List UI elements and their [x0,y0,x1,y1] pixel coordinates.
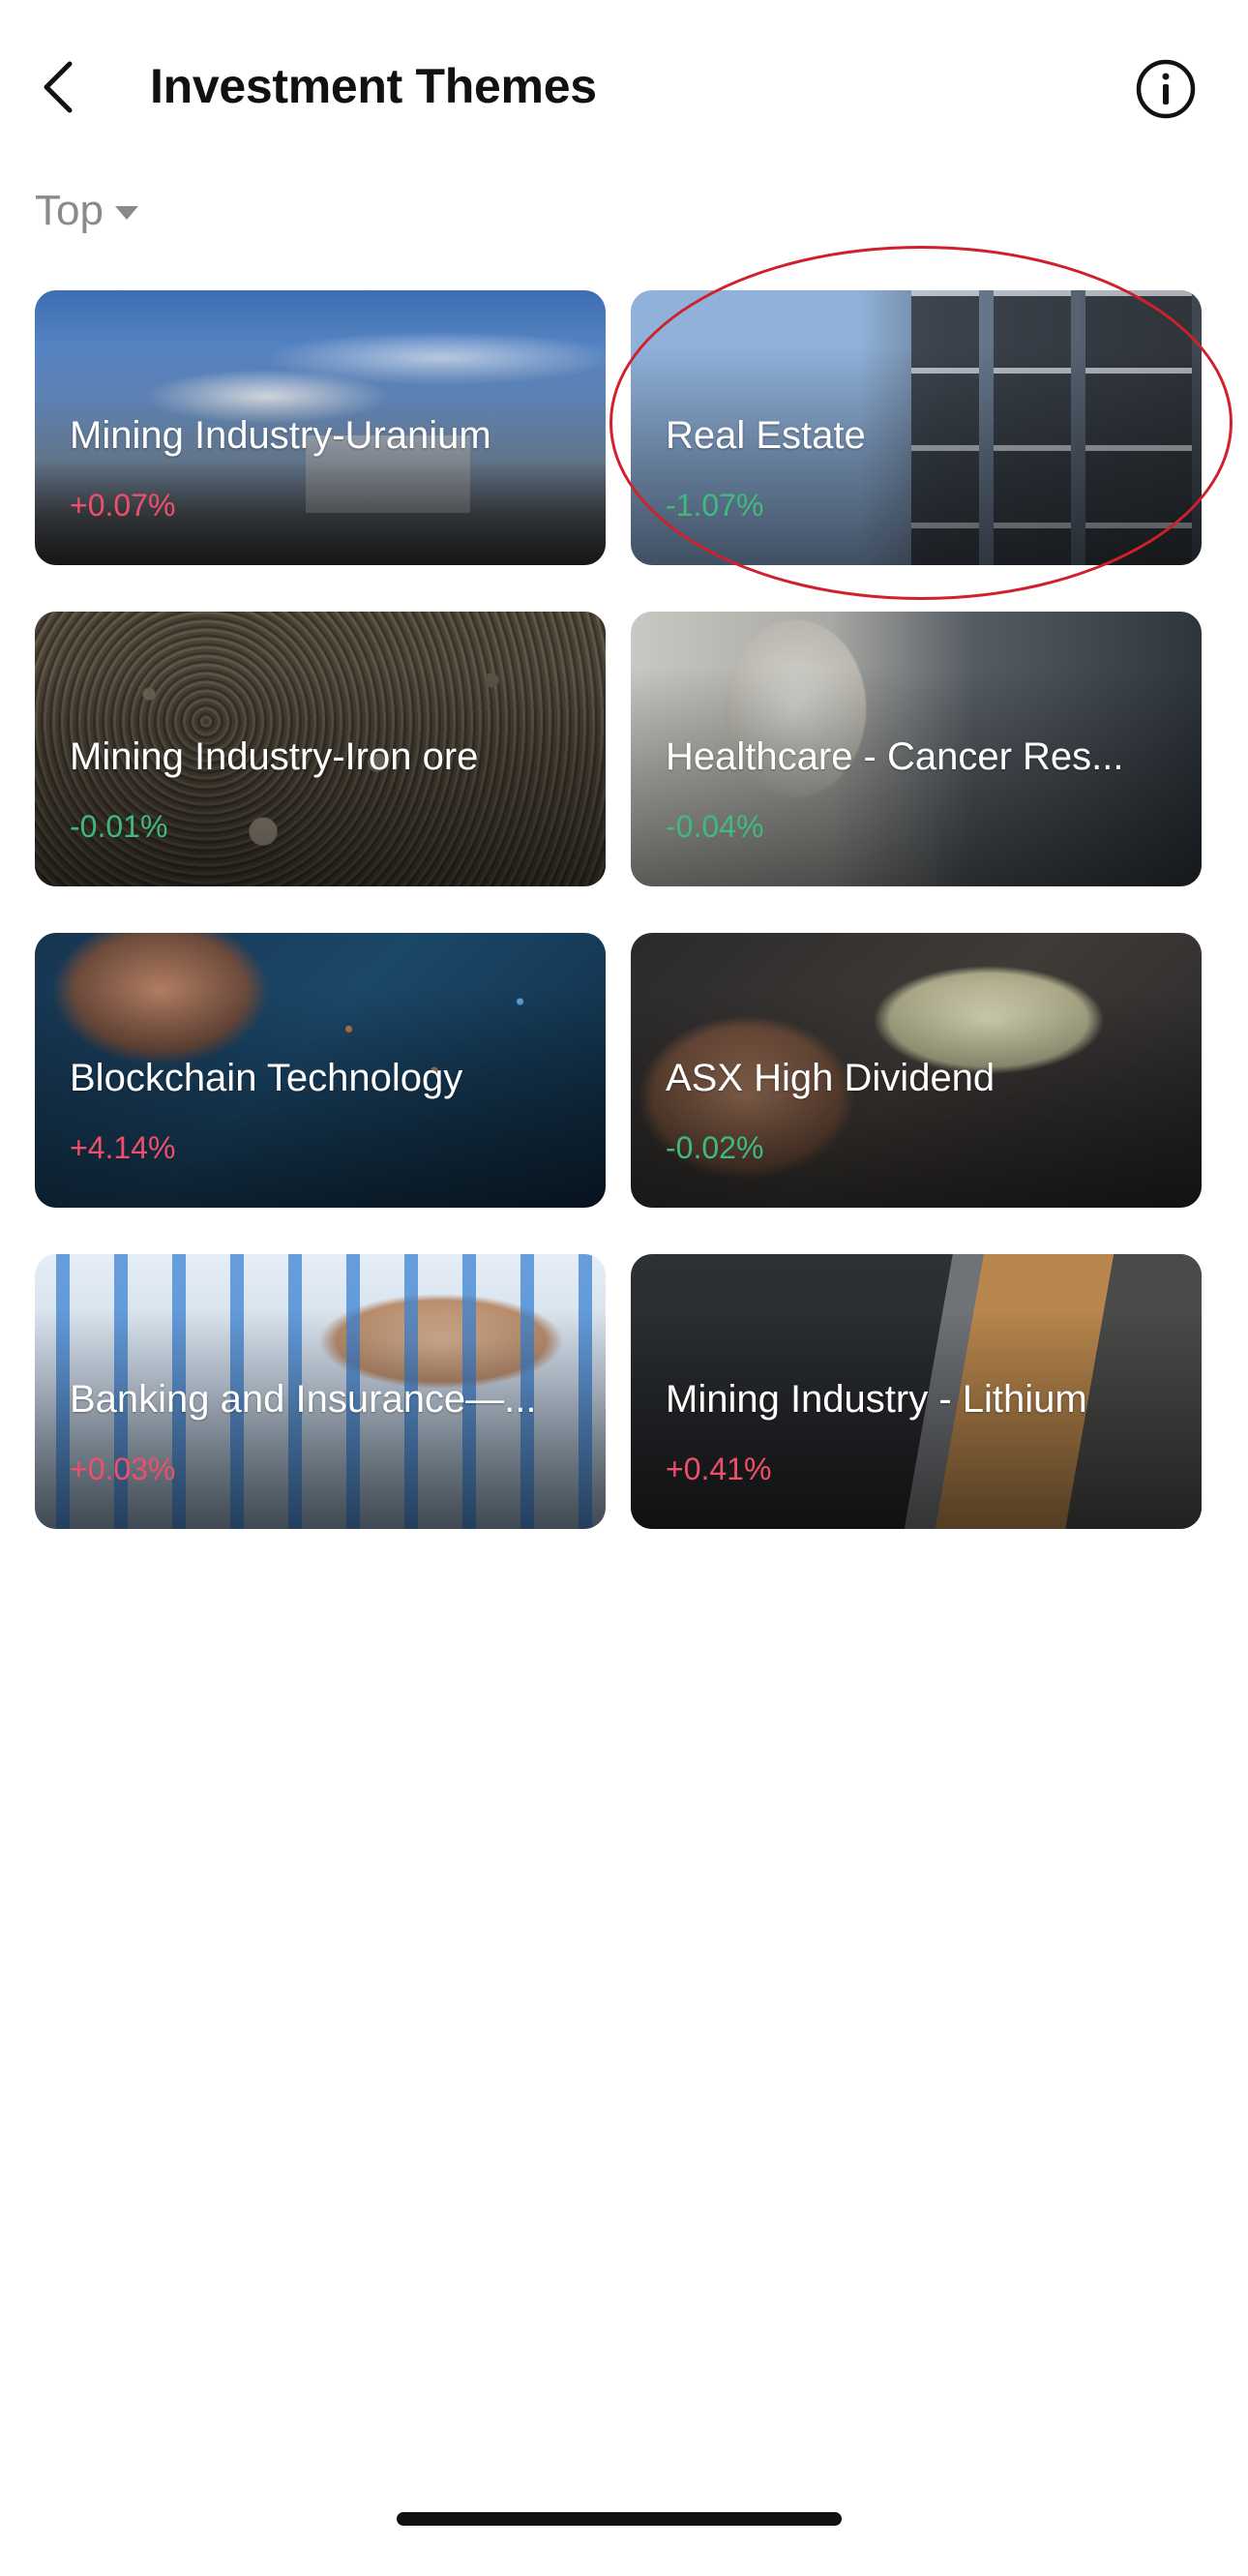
theme-card-title: ASX High Dividend [666,1057,995,1099]
chevron-left-icon [44,61,73,113]
theme-card-change: -0.01% [70,809,168,844]
theme-card-uranium[interactable]: Mining Industry-Uranium +0.07% [35,290,606,565]
theme-card-lithium[interactable]: Mining Industry - Lithium +0.41% [631,1254,1202,1529]
theme-card-change: +0.03% [70,1452,176,1486]
home-indicator[interactable] [397,2512,842,2526]
theme-card-healthcare[interactable]: Healthcare - Cancer Res... -0.04% [631,612,1202,886]
theme-card-title: Mining Industry-Uranium [70,414,491,457]
theme-card-title: Mining Industry - Lithium [666,1378,1087,1421]
theme-card-title: Mining Industry-Iron ore [70,735,479,778]
theme-card-title: Real Estate [666,414,866,457]
theme-card-banking-insurance[interactable]: Banking and Insurance—... +0.03% [35,1254,606,1529]
theme-card-title: Blockchain Technology [70,1057,463,1099]
theme-card-title: Banking and Insurance—... [70,1378,537,1421]
page-title: Investment Themes [150,59,597,113]
theme-card-change: -0.04% [666,809,764,844]
theme-card-change: -0.02% [666,1130,764,1165]
caret-down-icon [114,206,138,220]
sort-selected-label: Top [35,187,104,234]
header: Investment Themes [0,0,1248,174]
back-button[interactable] [29,53,87,121]
theme-card-change: +0.07% [70,488,176,523]
theme-card-real-estate[interactable]: Real Estate -1.07% [631,290,1202,565]
theme-card-asx-high-dividend[interactable]: ASX High Dividend -0.02% [631,933,1202,1208]
theme-card-iron-ore[interactable]: Mining Industry-Iron ore -0.01% [35,612,606,886]
sort-dropdown[interactable]: Top [35,182,138,240]
theme-card-blockchain[interactable]: Blockchain Technology +4.14% [35,933,606,1208]
theme-card-change: +0.41% [666,1452,772,1486]
info-button[interactable] [1135,58,1197,120]
theme-card-title: Healthcare - Cancer Res... [666,735,1124,778]
theme-card-change: -1.07% [666,488,764,523]
info-circle-icon [1136,59,1196,119]
theme-grid: Mining Industry-Uranium +0.07% Real Esta… [35,290,1202,1529]
theme-card-change: +4.14% [70,1130,176,1165]
